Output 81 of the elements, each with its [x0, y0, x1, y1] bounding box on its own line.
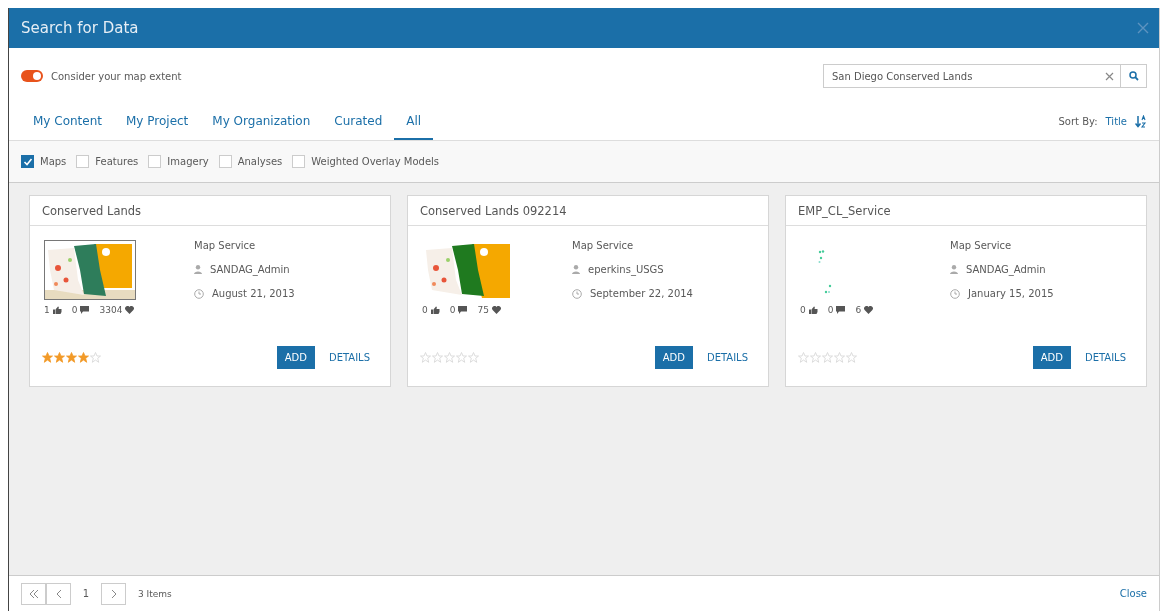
star-icon: [78, 352, 89, 363]
card-title: Conserved Lands: [42, 203, 142, 218]
like-count: 0: [800, 305, 806, 315]
tab[interactable]: My Organization: [200, 114, 323, 140]
add-button[interactable]: ADD: [654, 346, 693, 369]
item-type: Map Service: [950, 240, 1013, 251]
person-icon: [194, 265, 202, 274]
comment-icon: [80, 306, 90, 314]
checkbox-label: Imagery: [167, 156, 209, 167]
like-count: 1: [44, 305, 50, 315]
star-icon: [846, 352, 857, 363]
details-link[interactable]: DETAILS: [706, 352, 748, 363]
item-count: 3 Items: [138, 588, 172, 599]
tab[interactable]: My Content: [21, 114, 114, 140]
toggle-label: Consider your map extent: [51, 70, 182, 82]
star-icon: [822, 352, 833, 363]
first-page-button[interactable]: [21, 582, 46, 605]
clock-icon: [572, 288, 582, 299]
comment-icon: [458, 306, 468, 314]
close-icon[interactable]: [1105, 71, 1114, 81]
view-count: 6: [855, 305, 862, 315]
comment-count: 0: [71, 305, 78, 315]
item-type: Map Service: [194, 240, 257, 251]
checkbox-label: Analyses: [237, 156, 283, 167]
checkbox[interactable]: [21, 155, 34, 168]
star-icon: [810, 352, 821, 363]
star-icon: [432, 352, 443, 363]
add-button[interactable]: ADD: [276, 346, 315, 369]
thumbs-up-icon: [808, 306, 818, 314]
search-box[interactable]: San Diego Conserved Lands: [823, 64, 1147, 88]
owner-name: eperkins_USGS: [588, 264, 664, 275]
checkbox-label: Weighted Overlay Models: [311, 156, 440, 167]
star-icon: [54, 352, 65, 363]
thumbs-up-icon: [52, 306, 62, 314]
star-icon: [798, 352, 809, 363]
item-date: January 15, 2015: [968, 288, 1054, 299]
star-icon: [444, 352, 455, 363]
clock-icon: [194, 288, 204, 299]
sort-option[interactable]: Title: [1105, 116, 1127, 127]
tab[interactable]: Curated: [322, 114, 395, 140]
thumbs-up-icon: [430, 306, 440, 314]
person-icon: [950, 265, 958, 274]
page-number: 1: [81, 588, 91, 599]
item-date: August 21, 2013: [212, 288, 295, 299]
checkbox-label: Features: [95, 156, 139, 167]
sort-icon[interactable]: [1135, 115, 1147, 128]
item-type: Map Service: [572, 240, 635, 251]
close-link[interactable]: Close: [1119, 588, 1147, 599]
add-button[interactable]: ADD: [1032, 346, 1071, 369]
view-count: 3304: [99, 305, 123, 315]
like-count: 0: [422, 305, 428, 315]
person-icon: [572, 265, 580, 274]
heart-icon: [864, 306, 874, 314]
star-icon: [456, 352, 467, 363]
card-title: Conserved Lands 092214: [420, 203, 567, 218]
comment-count: 0: [827, 305, 834, 315]
tab[interactable]: My Project: [114, 114, 201, 140]
star-icon: [90, 352, 101, 363]
window-title: Search for Data: [21, 19, 139, 37]
comment-count: 0: [449, 305, 456, 315]
sort-label: Sort By:: [1058, 116, 1098, 127]
star-icon: [420, 352, 431, 363]
toggle-switch[interactable]: [21, 70, 43, 82]
card-title: EMP_CL_Service: [798, 203, 891, 218]
item-date: September 22, 2014: [590, 288, 693, 299]
star-icon: [42, 352, 53, 363]
star-icon: [468, 352, 479, 363]
details-link[interactable]: DETAILS: [1084, 352, 1126, 363]
heart-icon: [491, 306, 501, 314]
owner-name: SANDAG_Admin: [210, 264, 290, 275]
search-icon[interactable]: [1128, 71, 1139, 81]
details-link[interactable]: DETAILS: [328, 352, 370, 363]
clock-icon: [950, 288, 960, 299]
view-count: 75: [477, 305, 489, 315]
heart-icon: [125, 306, 135, 314]
checkbox-label: Maps: [40, 156, 67, 167]
comment-icon: [836, 306, 846, 314]
owner-name: SANDAG_Admin: [966, 264, 1046, 275]
star-icon: [834, 352, 845, 363]
double-chevron-icon: [28, 588, 39, 599]
star-icon: [66, 352, 77, 363]
